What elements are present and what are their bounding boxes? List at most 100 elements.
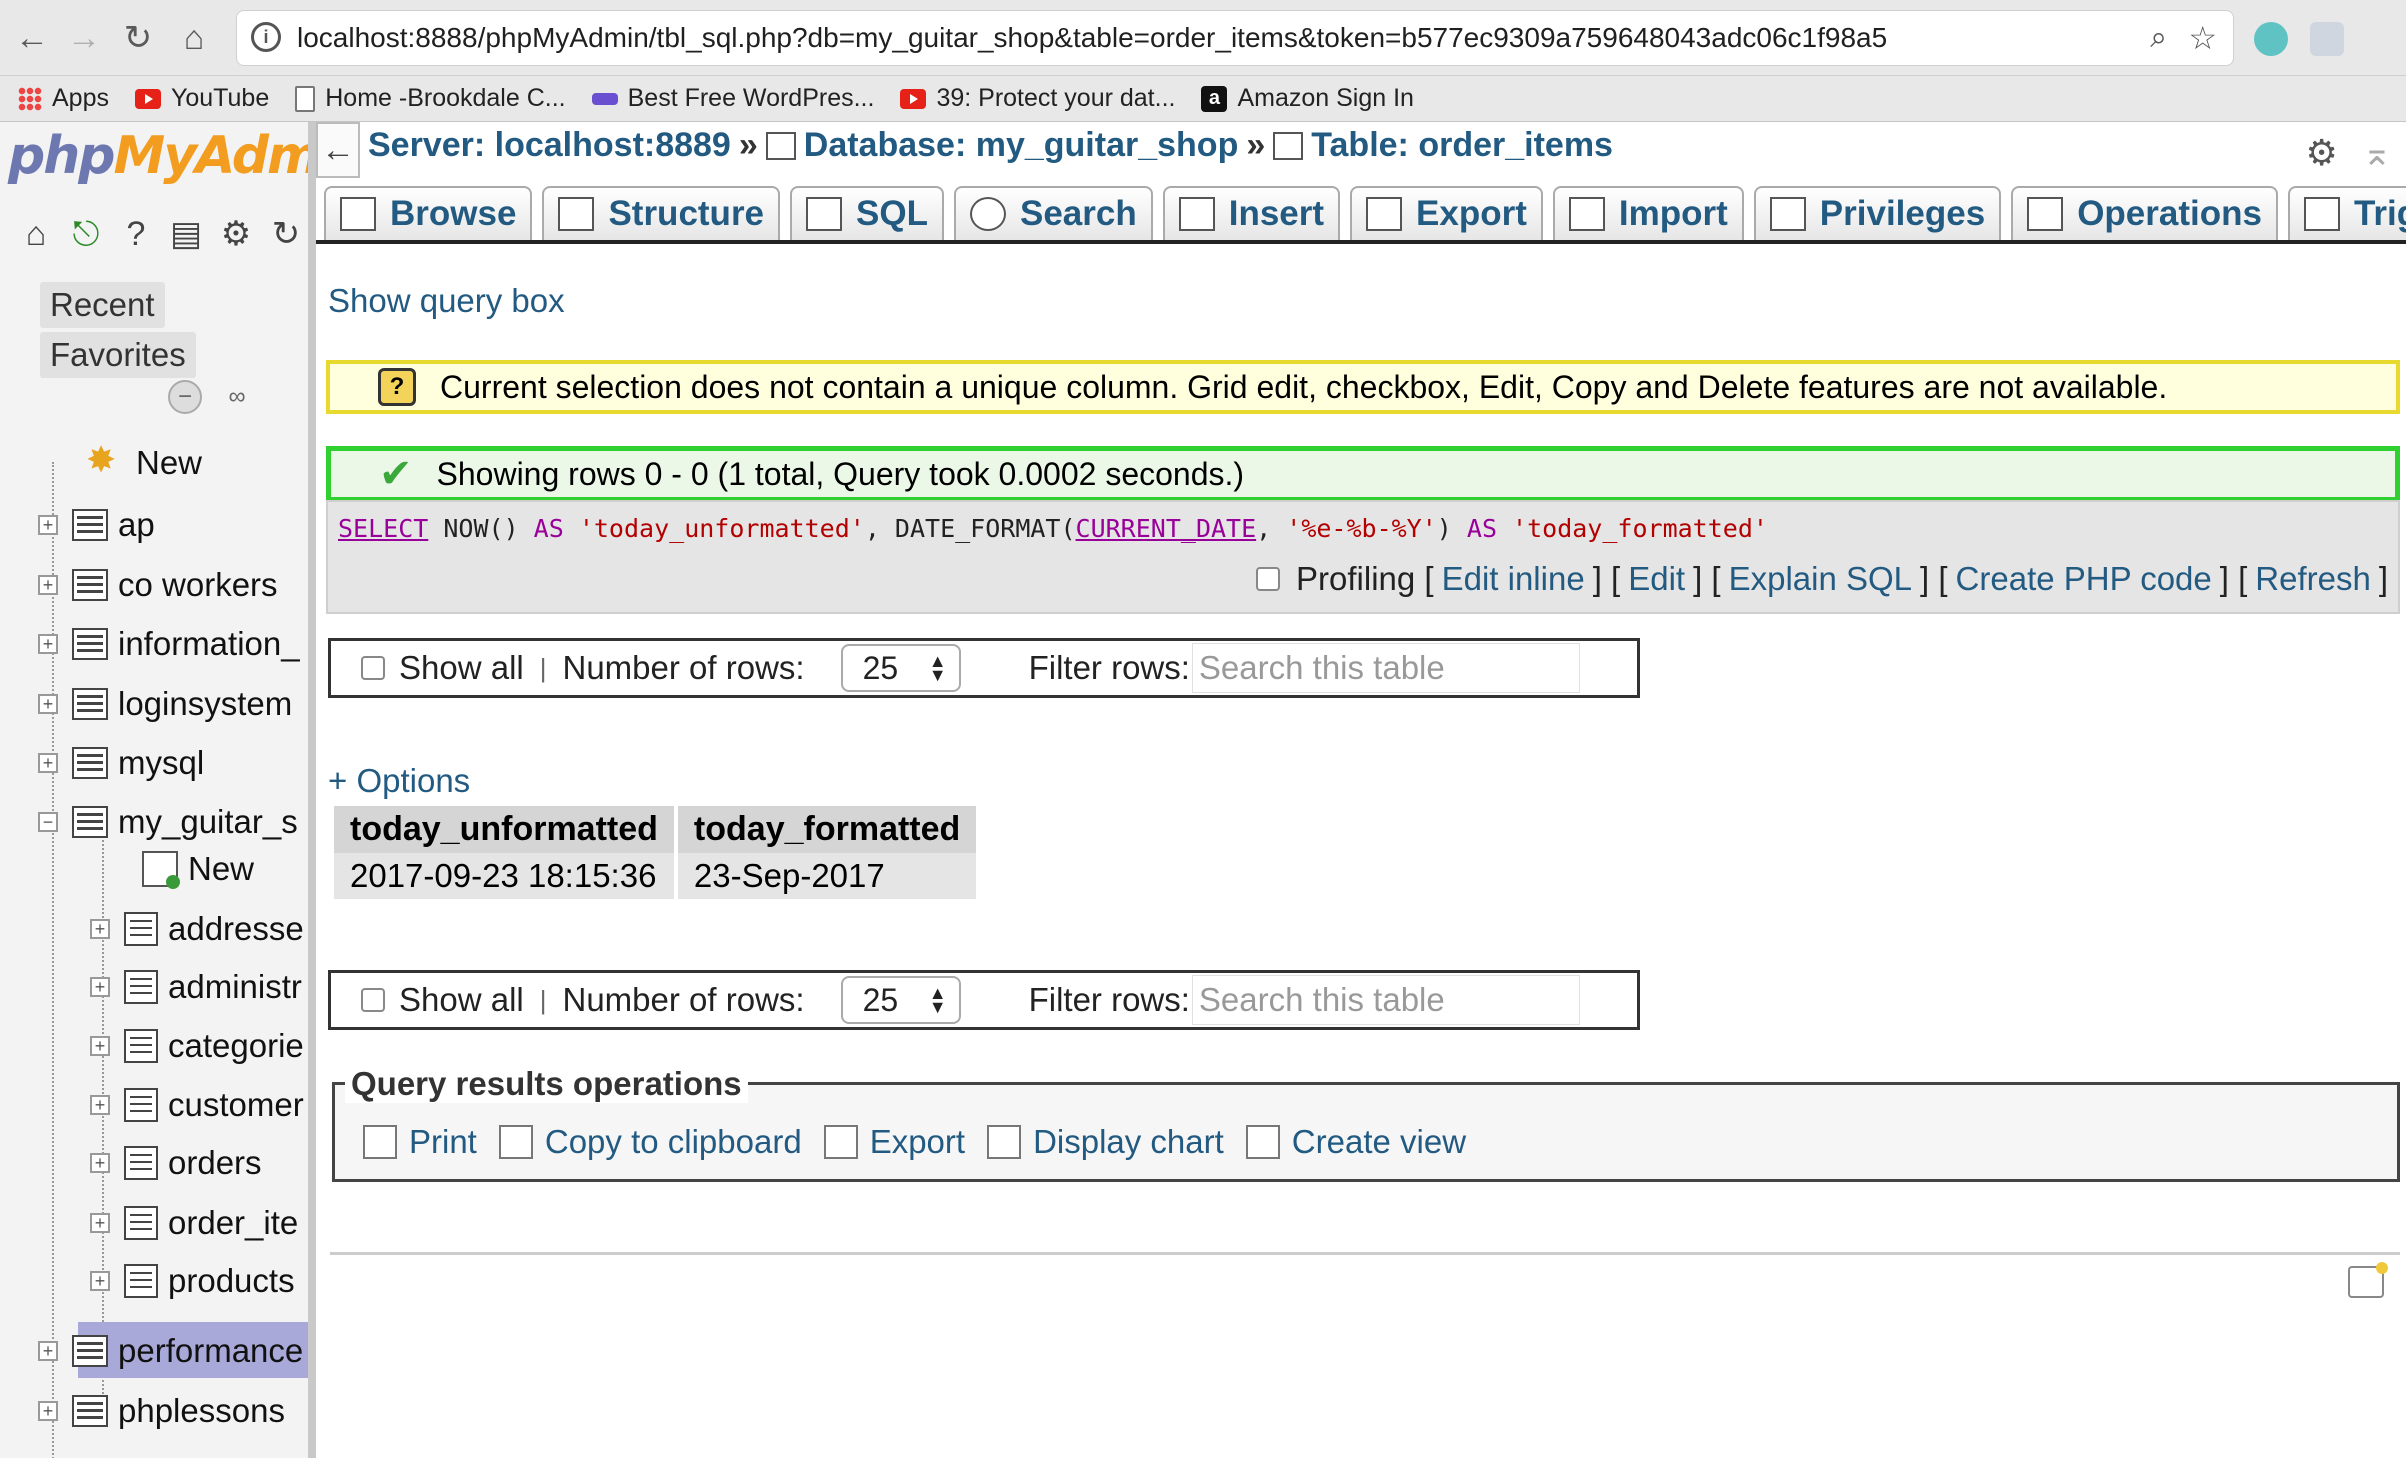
site-info-icon[interactable]: i — [251, 22, 281, 52]
expand-icon[interactable]: + — [90, 1095, 110, 1115]
breadcrumb-table[interactable]: Table: order_items — [1311, 126, 1613, 165]
tab-operations[interactable]: Operations — [2011, 186, 2278, 240]
reload-nav-icon[interactable]: ↻ — [264, 212, 308, 256]
collapse-icon[interactable]: − — [38, 812, 58, 832]
display-chart-link[interactable]: Display chart — [987, 1123, 1224, 1161]
db-item-information-schema[interactable]: + information_ — [38, 625, 300, 663]
zoom-icon[interactable]: ⌕ — [2150, 21, 2167, 55]
rows-per-page-select[interactable]: 25 ▲ ▼ — [840, 644, 961, 692]
refresh-link[interactable]: Refresh — [2255, 560, 2371, 598]
tab-browse[interactable]: Browse — [324, 186, 533, 240]
breadcrumb-database[interactable]: Database: my_guitar_shop — [804, 126, 1239, 165]
expand-icon[interactable]: + — [38, 575, 58, 595]
expand-icon[interactable]: + — [90, 1036, 110, 1056]
bookmark-youtube[interactable]: YouTube — [134, 84, 269, 113]
query-window-icon[interactable]: ? — [114, 212, 158, 256]
collapse-nav-arrow-icon[interactable]: ← — [316, 122, 360, 178]
home-icon[interactable]: ⌂ — [14, 212, 58, 256]
tab-privileges[interactable]: Privileges — [1753, 186, 2002, 240]
table-item-administrators[interactable]: + administr — [90, 968, 302, 1006]
privileges-icon — [1769, 197, 1806, 231]
phpmyadmin-logo[interactable]: phpMyAdmi — [8, 126, 308, 186]
expand-icon[interactable]: + — [38, 753, 58, 773]
tab-sql[interactable]: SQL — [790, 186, 944, 240]
profile-avatar-icon[interactable] — [2254, 22, 2288, 56]
column-header[interactable]: today_formatted — [677, 806, 977, 853]
new-table-item[interactable]: New — [142, 850, 254, 889]
docs-icon[interactable]: ▤ — [164, 212, 208, 256]
filter-rows-input[interactable]: Search this table — [1191, 975, 1580, 1025]
table-item-order-items[interactable]: + order_ite — [90, 1204, 298, 1242]
options-toggle-link[interactable]: + Options — [328, 762, 470, 800]
expand-icon[interactable]: + — [90, 977, 110, 997]
column-header[interactable]: today_unformatted — [334, 806, 674, 853]
expand-icon[interactable]: + — [38, 515, 58, 535]
collapse-top-icon[interactable]: ⌅ — [2362, 132, 2392, 174]
expand-icon[interactable]: + — [38, 634, 58, 654]
logout-icon[interactable]: ⎋ — [64, 212, 108, 256]
db-item-mysql[interactable]: + mysql — [38, 744, 204, 782]
bookmark-apps[interactable]: Apps — [18, 84, 109, 113]
filter-rows-input[interactable]: Search this table — [1191, 643, 1580, 693]
reload-icon[interactable]: ↻ — [116, 16, 160, 60]
expand-icon[interactable]: + — [38, 1341, 58, 1361]
expand-icon[interactable]: + — [38, 694, 58, 714]
db-item-performance-schema[interactable]: + performance — [38, 1332, 303, 1370]
rows-per-page-select[interactable]: 25 ▲ ▼ — [840, 976, 961, 1024]
tab-search[interactable]: Search — [953, 186, 1153, 240]
create-php-code-link[interactable]: Create PHP code — [1956, 560, 2212, 598]
expand-icon[interactable]: + — [38, 1401, 58, 1421]
edit-link[interactable]: Edit — [1628, 560, 1685, 598]
export-link[interactable]: Export — [823, 1123, 965, 1161]
settings-icon[interactable]: ⚙ — [214, 212, 258, 256]
table-item-customers[interactable]: + customer — [90, 1086, 304, 1124]
db-item-phplessons[interactable]: + phplessons — [38, 1392, 285, 1430]
settings-gear-icon[interactable]: ⚙ — [2306, 132, 2338, 174]
back-icon[interactable]: ← — [10, 16, 54, 60]
edit-inline-link[interactable]: Edit inline — [1442, 560, 1585, 598]
collapse-all-icon[interactable]: − — [168, 380, 202, 414]
table-item-products[interactable]: + products — [90, 1262, 295, 1300]
extension-cube-icon[interactable] — [2310, 22, 2344, 56]
tab-triggers[interactable]: Triggers — [2287, 186, 2406, 240]
forward-icon[interactable]: → — [62, 16, 106, 60]
show-all-checkbox[interactable] — [361, 656, 385, 680]
bookmark-wordpress[interactable]: Best Free WordPres... — [591, 84, 874, 113]
printer-icon — [363, 1125, 397, 1159]
expand-icon[interactable]: + — [90, 1213, 110, 1233]
db-item-my-guitar-shop[interactable]: − my_guitar_s — [38, 803, 298, 841]
tab-export[interactable]: Export — [1350, 186, 1543, 240]
home-icon[interactable]: ⌂ — [172, 16, 216, 60]
expand-icon[interactable]: + — [90, 1271, 110, 1291]
tab-insert[interactable]: Insert — [1162, 186, 1341, 240]
db-item-co-workers[interactable]: + co workers — [38, 566, 278, 604]
expand-icon[interactable]: + — [90, 919, 110, 939]
table-item-orders[interactable]: + orders — [90, 1144, 262, 1182]
favorites-button[interactable]: Favorites — [40, 332, 196, 378]
breadcrumb-server[interactable]: Server: localhost:8889 — [368, 126, 731, 165]
expand-icon[interactable]: + — [90, 1153, 110, 1173]
explain-sql-link[interactable]: Explain SQL — [1729, 560, 1912, 598]
new-database-item[interactable]: New — [86, 439, 202, 482]
tab-import[interactable]: Import — [1552, 186, 1744, 240]
show-query-box-link[interactable]: Show query box — [328, 282, 565, 320]
db-item-ap[interactable]: + ap — [38, 506, 155, 544]
link-with-main-icon[interactable]: ∞ — [220, 380, 254, 414]
copy-to-clipboard-link[interactable]: Copy to clipboard — [498, 1123, 802, 1161]
show-all-checkbox[interactable] — [361, 988, 385, 1012]
address-bar[interactable]: i localhost:8888/phpMyAdmin/tbl_sql.php?… — [236, 10, 2234, 66]
table-item-categories[interactable]: + categorie — [90, 1027, 304, 1065]
db-item-loginsystem[interactable]: + loginsystem — [38, 685, 292, 723]
bookmark-protect-data[interactable]: 39: Protect your dat... — [900, 84, 1175, 113]
print-link[interactable]: Print — [363, 1123, 477, 1161]
tab-structure[interactable]: Structure — [542, 186, 781, 240]
recent-button[interactable]: Recent — [40, 282, 165, 328]
database-icon — [72, 509, 108, 541]
bookmark-amazon[interactable]: a Amazon Sign In — [1201, 84, 1414, 113]
table-item-addresses[interactable]: + addresse — [90, 910, 304, 948]
profiling-checkbox[interactable] — [1256, 567, 1281, 591]
console-icon[interactable] — [2348, 1262, 2388, 1298]
bookmark-star-icon[interactable]: ☆ — [2188, 19, 2217, 57]
bookmark-brookdale[interactable]: Home -Brookdale C... — [295, 84, 566, 113]
create-view-link[interactable]: Create view — [1245, 1123, 1466, 1161]
